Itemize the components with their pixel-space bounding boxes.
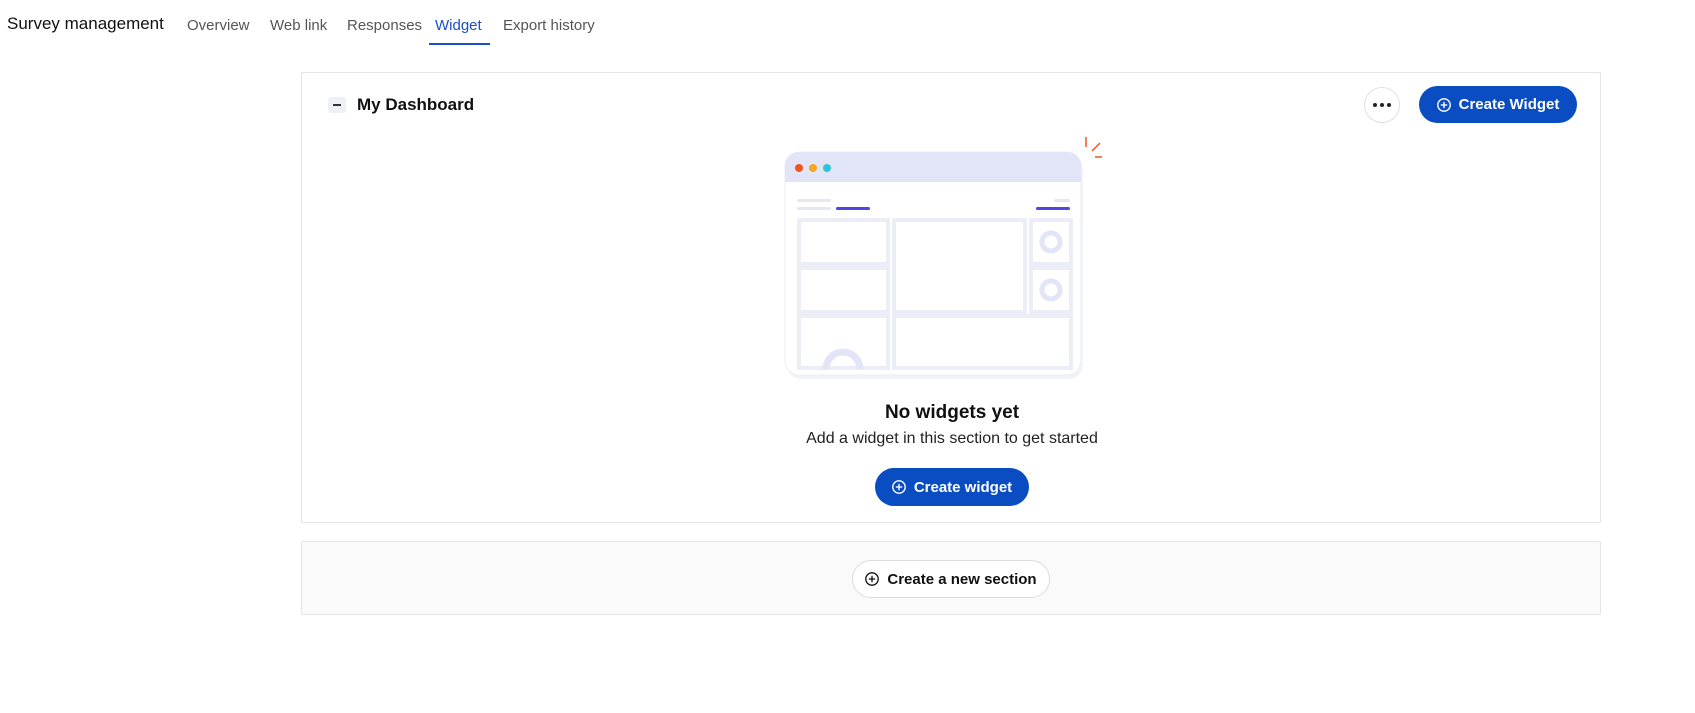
empty-state-title: No widgets yet [884,402,1020,423]
new-section-area: Create a new section [301,541,1601,615]
section-title: My Dashboard [357,95,475,114]
tab-web-link[interactable]: Web link [270,17,327,34]
create-new-section-label: Create a new section [887,570,1037,588]
ellipsis-dot [1380,103,1384,107]
tab-overview[interactable]: Overview [187,17,250,34]
top-bar: Survey management Overview Web link Resp… [0,0,1695,48]
page-title: Survey management [7,14,164,33]
tab-export-history[interactable]: Export history [503,17,595,34]
empty-dashboard-illustration [784,137,1102,379]
ellipsis-icon [1373,103,1377,107]
create-widget-button[interactable]: Create Widget [1419,86,1577,123]
plus-circle-icon [865,572,880,586]
collapse-section-button[interactable] [328,97,346,113]
ellipsis-dot [1387,103,1391,107]
more-options-button[interactable] [1364,87,1400,123]
create-widget-empty-button[interactable]: Create widget [875,468,1029,506]
tab-widget[interactable]: Widget [435,17,482,34]
create-widget-empty-label: Create widget [913,478,1013,496]
tab-responses[interactable]: Responses [347,17,422,34]
plus-circle-icon [891,480,906,494]
plus-circle-icon [1436,97,1451,112]
create-new-section-button[interactable]: Create a new section [852,560,1050,598]
create-widget-label: Create Widget [1458,96,1560,113]
empty-state-subtitle: Add a widget in this section to get star… [806,430,1098,447]
active-tab-indicator [429,43,490,45]
dashboard-section: My Dashboard Create Widget No widgets ye… [301,72,1601,523]
